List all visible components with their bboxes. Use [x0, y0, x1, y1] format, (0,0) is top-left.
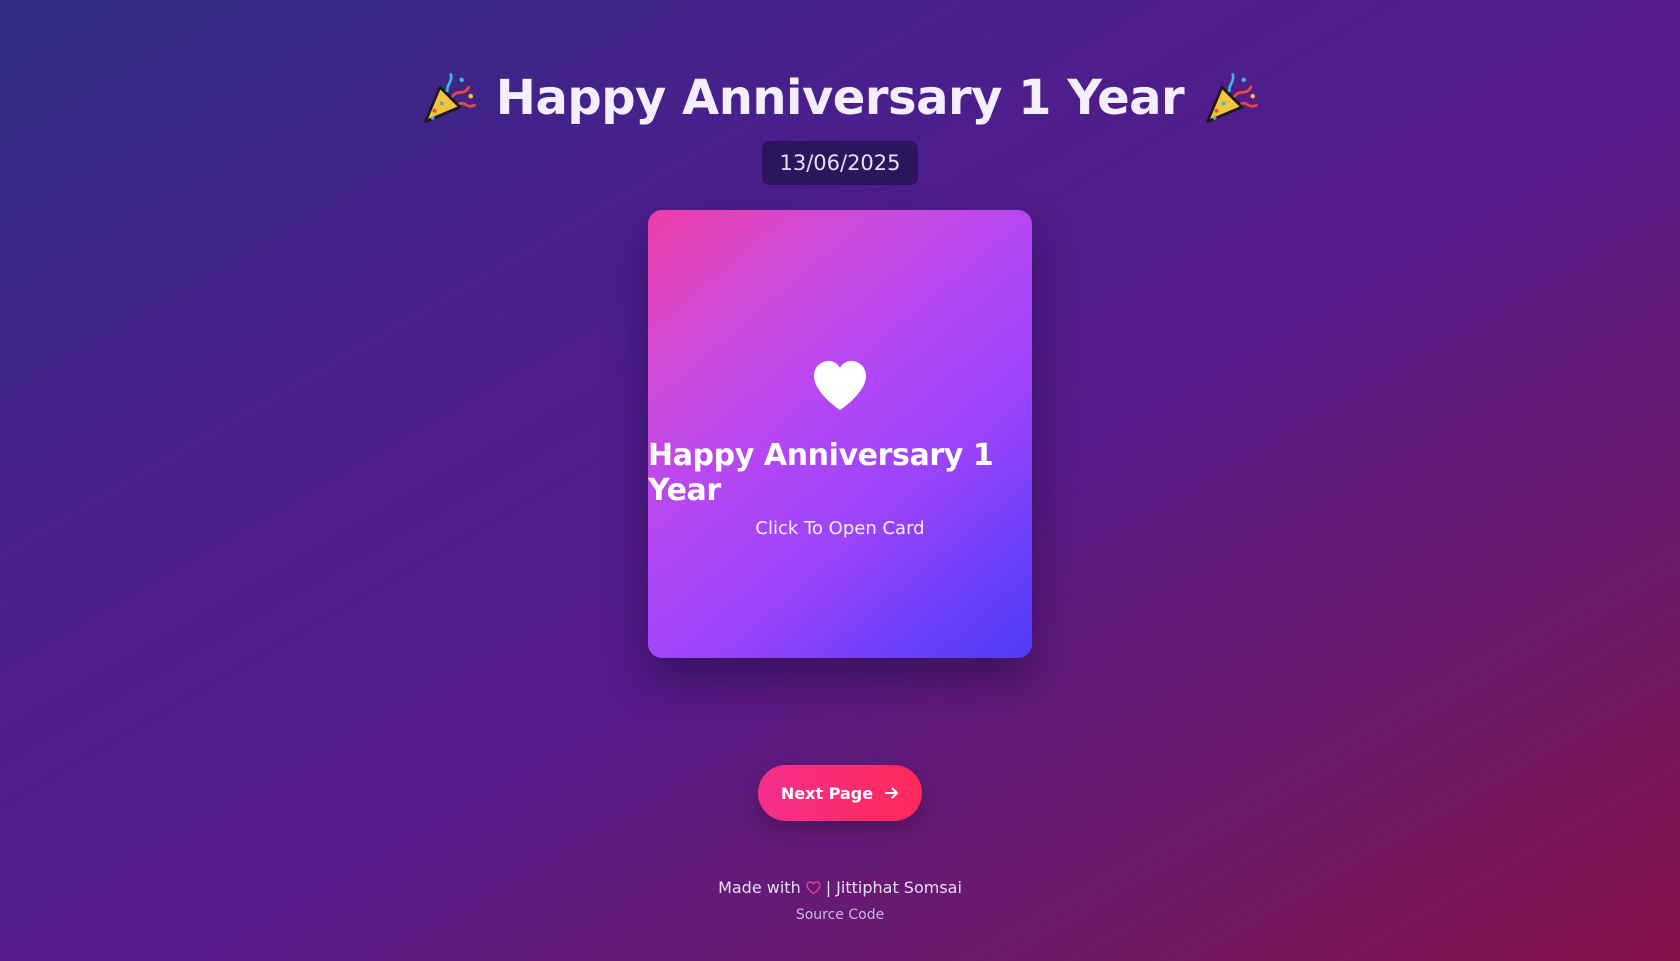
title-row: Happy Anniversary 1 Year — [0, 62, 1680, 134]
date-badge: 13/06/2025 — [762, 141, 918, 185]
party-popper-icon — [1206, 73, 1258, 123]
page-header: Happy Anniversary 1 Year 13/06/2025 — [0, 62, 1680, 185]
anniversary-card[interactable]: Happy Anniversary 1 Year Click To Open C… — [648, 210, 1032, 658]
footer: Made with | Jittiphat Somsai Source Code — [0, 878, 1680, 923]
author-text: | Jittiphat Somsai — [825, 878, 962, 897]
party-popper-icon — [423, 73, 476, 123]
page-title: Happy Anniversary 1 Year — [495, 70, 1185, 126]
card-subtitle: Click To Open Card — [755, 518, 925, 539]
arrow-right-icon — [885, 787, 899, 799]
heart-icon — [814, 361, 866, 410]
heart-outline-icon — [805, 880, 821, 894]
card-title: Happy Anniversary 1 Year — [648, 438, 994, 508]
made-with-line: Made with | Jittiphat Somsai — [0, 878, 1680, 897]
made-with-prefix: Made with — [718, 878, 801, 897]
next-page-label: Next Page — [780, 783, 874, 803]
next-page-button[interactable]: Next Page — [758, 765, 922, 821]
source-code-link[interactable]: Source Code — [796, 907, 884, 923]
